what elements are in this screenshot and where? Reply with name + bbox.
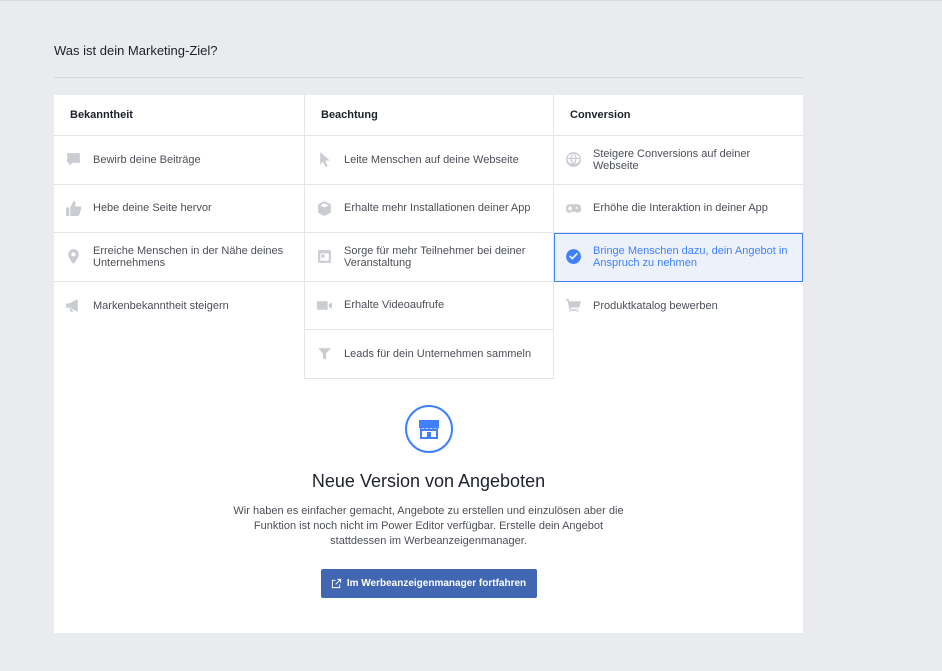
column-conversion: Conversion Steigere Conversions auf dein…	[554, 95, 803, 379]
objective-app-installs[interactable]: Erhalte mehr Installationen deiner App	[305, 185, 553, 233]
button-label: Im Werbeanzeigenmanager fortfahren	[346, 578, 527, 589]
objective-label: Sorge für mehr Teilnehmer bei deiner Ver…	[344, 244, 526, 269]
objective-panel: Bekanntheit Bewirb deine Beiträge Hebe d…	[54, 95, 803, 633]
objective-offer-claims[interactable]: Bringe Menschen dazu, dein Angebot in An…	[554, 233, 803, 282]
offers-promo: Neue Version von Angeboten Wir haben es …	[54, 405, 803, 598]
objective-promote-page[interactable]: Hebe deine Seite hervor	[54, 185, 304, 233]
globe-icon	[564, 151, 582, 169]
objective-label: Leads für dein Unternehmen sammeln	[344, 347, 532, 360]
check-circle-icon	[564, 248, 582, 266]
location-pin-icon	[64, 248, 82, 266]
column-awareness: Bekanntheit Bewirb deine Beiträge Hebe d…	[54, 95, 304, 379]
title-divider	[54, 77, 803, 78]
objective-app-engagement[interactable]: Erhöhe die Interaktion in deiner App	[554, 185, 803, 233]
objective-local-awareness[interactable]: Erreiche Menschen in der Nähe deines Unt…	[54, 233, 304, 282]
objective-website-conversions[interactable]: Steigere Conversions auf deiner Webseite	[554, 136, 803, 185]
objective-label: Hebe deine Seite hervor	[93, 202, 212, 215]
column-consideration: Beachtung Leite Menschen auf deine Webse…	[304, 95, 554, 379]
objective-label: Erreiche Menschen in der Nähe deines Unt…	[93, 244, 284, 269]
objective-label: Produktkatalog bewerben	[593, 299, 718, 312]
objective-lead-generation[interactable]: Leads für dein Unternehmen sammeln	[305, 330, 553, 379]
ads-manager-continue-button[interactable]: Im Werbeanzeigenmanager fortfahren	[320, 569, 537, 598]
objective-boost-posts[interactable]: Bewirb deine Beiträge	[54, 136, 304, 185]
thumbs-up-icon	[64, 199, 82, 217]
video-camera-icon	[315, 296, 333, 314]
page-title: Was ist dein Marketing-Ziel?	[54, 43, 218, 58]
column-heading-consideration: Beachtung	[305, 95, 553, 136]
objective-event-responses[interactable]: Sorge für mehr Teilnehmer bei deiner Ver…	[305, 233, 553, 282]
cursor-icon	[315, 151, 333, 169]
event-icon	[315, 248, 333, 266]
objective-label: Erhöhe die Interaktion in deiner App	[593, 202, 768, 215]
objective-product-catalog[interactable]: Produktkatalog bewerben	[554, 282, 803, 331]
objective-label: Erhalte Videoaufrufe	[344, 299, 445, 312]
external-link-icon	[331, 578, 341, 589]
objective-label: Steigere Conversions auf deiner Webseite	[593, 147, 751, 172]
objective-label: Erhalte mehr Installationen deiner App	[344, 202, 531, 215]
column-heading-awareness: Bekanntheit	[54, 95, 304, 136]
column-heading-conversion: Conversion	[554, 95, 803, 136]
promo-title: Neue Version von Angeboten	[311, 471, 546, 491]
promo-description: Wir haben es einfacher gemacht, Angebote…	[233, 505, 624, 547]
objective-website-clicks[interactable]: Leite Menschen auf deine Webseite	[305, 136, 553, 185]
objective-video-views[interactable]: Erhalte Videoaufrufe	[305, 282, 553, 330]
speech-bubble-icon	[64, 151, 82, 169]
objective-label: Bringe Menschen dazu, dein Angebot in An…	[593, 244, 788, 269]
objective-label: Markenbekanntheit steigern	[93, 299, 229, 312]
objective-grid: Bekanntheit Bewirb deine Beiträge Hebe d…	[54, 95, 803, 379]
storefront-icon	[404, 405, 453, 453]
funnel-icon	[315, 345, 333, 363]
objective-label: Leite Menschen auf deine Webseite	[344, 153, 519, 166]
box-icon	[315, 199, 333, 217]
gamepad-icon	[564, 199, 582, 217]
shopping-cart-icon	[564, 297, 582, 315]
objective-label: Bewirb deine Beiträge	[93, 153, 201, 166]
megaphone-icon	[64, 297, 82, 315]
objective-brand-awareness[interactable]: Markenbekanntheit steigern	[54, 282, 304, 331]
